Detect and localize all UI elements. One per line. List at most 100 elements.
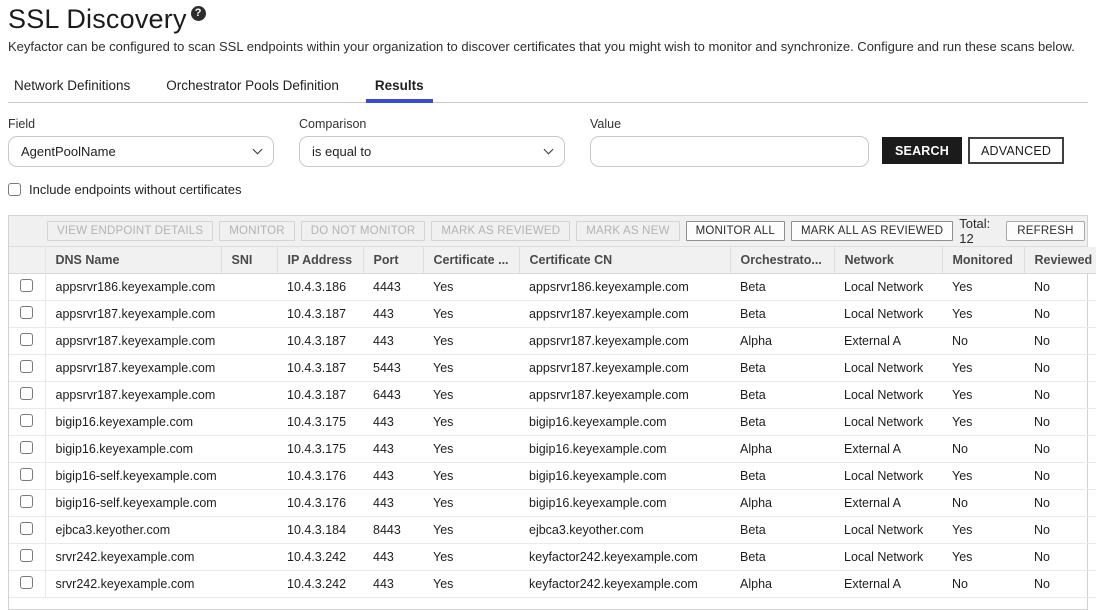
column-header-monitored[interactable]: Monitored [942,247,1024,274]
row-checkbox[interactable] [20,495,33,508]
row-checkbox-cell [9,490,45,517]
cell-cert: Yes [423,544,519,571]
cell-port: 443 [363,571,423,598]
monitor-button[interactable]: MONITOR [219,221,295,241]
cell-port: 4443 [363,274,423,301]
row-checkbox[interactable] [20,414,33,427]
include-endpoints-label: Include endpoints without certificates [29,182,241,197]
row-checkbox[interactable] [20,549,33,562]
field-select-value: AgentPoolName [21,144,116,159]
comparison-select-value: is equal to [312,144,371,159]
cell-monitored: Yes [942,301,1024,328]
cell-cert: Yes [423,328,519,355]
monitor-all-button[interactable]: MONITOR ALL [686,221,785,241]
cell-cert: Yes [423,517,519,544]
comparison-select[interactable]: is equal to [299,136,565,167]
row-checkbox[interactable] [20,468,33,481]
view-endpoint-details-button[interactable]: VIEW ENDPOINT DETAILS [47,221,213,241]
field-select[interactable]: AgentPoolName [8,136,274,167]
column-header-sni[interactable]: SNI [221,247,277,274]
select-all-column-header [9,247,45,274]
row-checkbox-cell [9,544,45,571]
include-endpoints-checkbox[interactable] [8,183,21,196]
mark-as-reviewed-button[interactable]: MARK AS REVIEWED [431,221,570,241]
search-button[interactable]: SEARCH [882,137,962,164]
cell-orch: Alpha [730,571,834,598]
table-row[interactable]: bigip16-self.keyexample.com10.4.3.176443… [9,463,1096,490]
row-checkbox[interactable] [20,387,33,400]
cell-orch: Beta [730,517,834,544]
cell-cn: bigip16.keyexample.com [519,463,730,490]
table-row[interactable]: appsrvr186.keyexample.com10.4.3.1864443Y… [9,274,1096,301]
column-header-reviewed[interactable]: Reviewed [1024,247,1096,274]
do-not-monitor-button[interactable]: DO NOT MONITOR [301,221,426,241]
row-checkbox-cell [9,571,45,598]
row-checkbox-cell [9,274,45,301]
cell-reviewed: No [1024,436,1096,463]
cell-reviewed: No [1024,301,1096,328]
chevron-down-icon [253,145,263,155]
row-checkbox-cell [9,328,45,355]
advanced-button[interactable]: ADVANCED [968,137,1064,164]
page-title: SSL Discovery [8,4,187,35]
cell-sni [221,328,277,355]
tab-orchestrator-pools-definition[interactable]: Orchestrator Pools Definition [164,74,341,102]
cell-dns: appsrvr187.keyexample.com [45,328,221,355]
column-header-network[interactable]: Network [834,247,942,274]
table-row[interactable]: appsrvr187.keyexample.com10.4.3.187443Ye… [9,301,1096,328]
table-row[interactable]: appsrvr187.keyexample.com10.4.3.1876443Y… [9,382,1096,409]
mark-all-as-reviewed-button[interactable]: MARK ALL AS REVIEWED [791,221,953,241]
cell-cert: Yes [423,436,519,463]
value-label: Value [590,117,869,131]
column-header-certificate[interactable]: Certificate ... [423,247,519,274]
row-checkbox[interactable] [20,576,33,589]
cell-dns: bigip16.keyexample.com [45,409,221,436]
cell-port: 8443 [363,517,423,544]
row-checkbox[interactable] [20,333,33,346]
cell-cn: bigip16.keyexample.com [519,409,730,436]
cell-cert: Yes [423,409,519,436]
cell-orch: Alpha [730,490,834,517]
table-row[interactable]: bigip16-self.keyexample.com10.4.3.176443… [9,490,1096,517]
cell-cert: Yes [423,382,519,409]
cell-port: 443 [363,328,423,355]
tab-network-definitions[interactable]: Network Definitions [12,74,132,102]
column-header-dns-name[interactable]: DNS Name [45,247,221,274]
row-checkbox[interactable] [20,279,33,292]
cell-network: Local Network [834,517,942,544]
row-checkbox[interactable] [20,306,33,319]
field-label: Field [8,117,274,131]
mark-as-new-button[interactable]: MARK AS NEW [576,221,679,241]
cell-port: 443 [363,436,423,463]
search-filter-form: Field AgentPoolName Comparison is equal … [8,117,1088,167]
column-header-certificate-cn[interactable]: Certificate CN [519,247,730,274]
row-checkbox[interactable] [20,441,33,454]
table-row[interactable]: appsrvr187.keyexample.com10.4.3.187443Ye… [9,328,1096,355]
comparison-label: Comparison [299,117,565,131]
table-row[interactable]: ejbca3.keyother.com10.4.3.1848443Yesejbc… [9,517,1096,544]
table-row[interactable]: bigip16.keyexample.com10.4.3.175443Yesbi… [9,409,1096,436]
cell-ip: 10.4.3.175 [277,436,363,463]
cell-monitored: No [942,328,1024,355]
row-checkbox-cell [9,382,45,409]
value-input[interactable] [590,136,869,167]
refresh-button[interactable]: REFRESH [1006,221,1084,241]
table-row[interactable]: srvr242.keyexample.com10.4.3.242443Yeske… [9,571,1096,598]
tab-results[interactable]: Results [373,74,426,102]
table-row[interactable]: appsrvr187.keyexample.com10.4.3.1875443Y… [9,355,1096,382]
cell-dns: srvr242.keyexample.com [45,571,221,598]
column-header-ip-address[interactable]: IP Address [277,247,363,274]
table-row[interactable]: bigip16.keyexample.com10.4.3.175443Yesbi… [9,436,1096,463]
cell-sni [221,436,277,463]
cell-dns: ejbca3.keyother.com [45,517,221,544]
table-row[interactable]: srvr242.keyexample.com10.4.3.242443Yeske… [9,544,1096,571]
column-header-port[interactable]: Port [363,247,423,274]
cell-ip: 10.4.3.187 [277,382,363,409]
panel-footer [9,598,1087,609]
help-icon[interactable]: ? [191,6,206,21]
cell-port: 443 [363,544,423,571]
row-checkbox[interactable] [20,522,33,535]
row-checkbox[interactable] [20,360,33,373]
cell-dns: bigip16.keyexample.com [45,436,221,463]
column-header-orchestrato[interactable]: Orchestrato... [730,247,834,274]
